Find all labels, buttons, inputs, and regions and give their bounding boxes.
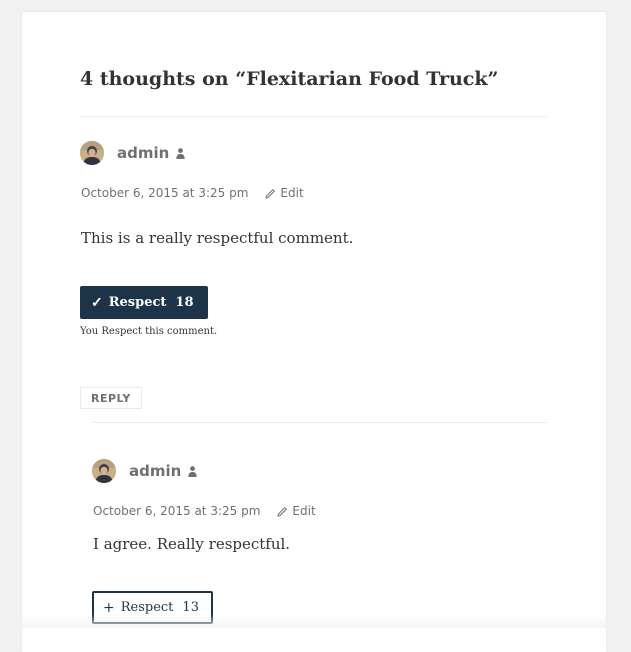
comments-title: 4 thoughts on “Flexitarian Food Truck” [80,68,499,90]
edit-link[interactable]: Edit [265,186,304,200]
reply-button[interactable]: REPLY [80,387,142,409]
comment-text: I agree. Really respectful. [93,535,291,553]
comments-card: 4 thoughts on “Flexitarian Food Truck” a… [22,12,606,652]
comment-text: This is a really respectful comment. [81,229,354,247]
reply-divider [92,422,547,423]
comment-author[interactable]: admin [117,144,169,162]
comment-meta: October 6, 2015 at 3:25 pm Edit [81,186,304,200]
respect-count: 18 [175,295,194,310]
edit-label: Edit [280,186,304,200]
respect-count: 13 [182,600,199,615]
comment-date[interactable]: October 6, 2015 at 3:25 pm [81,186,248,200]
user-icon [188,464,198,478]
user-icon [176,146,186,160]
bottom-fade [0,614,631,628]
pencil-icon [265,188,276,199]
comment-date[interactable]: October 6, 2015 at 3:25 pm [93,504,260,518]
avatar [80,141,104,165]
respect-label: Respect [108,295,167,310]
respect-label: Respect [120,600,174,615]
avatar [92,459,116,483]
checkmark-icon: ✓ [91,294,103,311]
title-divider [80,116,547,117]
comment-author-row: admin [80,140,186,166]
respect-button[interactable]: ✓ Respect 18 [80,286,208,319]
pencil-icon [277,506,288,517]
edit-link[interactable]: Edit [277,504,316,518]
edit-label: Edit [292,504,316,518]
comment-author-row: admin [92,458,198,484]
comment-author[interactable]: admin [129,462,181,480]
respect-note: You Respect this comment. [80,326,218,337]
comment-meta: October 6, 2015 at 3:25 pm Edit [93,504,316,518]
